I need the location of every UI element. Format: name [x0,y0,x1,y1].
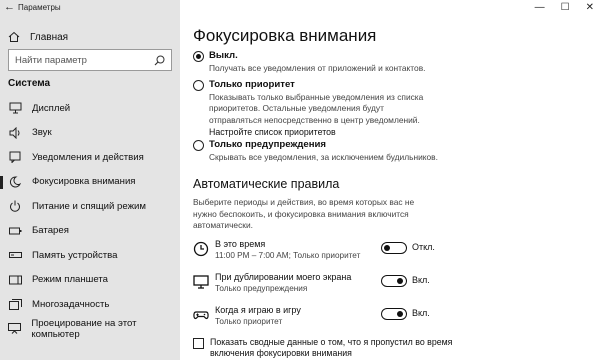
home-link[interactable]: Главная [0,28,180,46]
rule-name: Когда я играю в игру [215,305,301,315]
tablet-icon [8,273,22,287]
battery-icon [8,224,22,238]
sidebar-item-display[interactable]: Дисплей [0,96,180,121]
display-icon [8,101,22,115]
sidebar-item-notifications[interactable]: Уведомления и действия [0,145,180,170]
toggle-switch[interactable] [381,275,407,287]
checkbox-label: Показать сводные данные о том, что я про… [210,337,453,358]
section-title: Система [8,78,51,89]
back-arrow-icon[interactable]: ← [4,2,18,13]
notifications-icon [8,150,22,164]
toggle-switch[interactable] [381,242,407,254]
radio-label: Выкл. [209,50,238,61]
sound-icon [8,126,22,140]
sidebar-item-label: Уведомления и действия [32,151,144,163]
radio-description: Получать все уведомления от приложений и… [209,63,426,73]
checkbox-icon [193,338,204,349]
radio-circle-icon [193,51,204,62]
sidebar-item-label: Память устройства [32,249,118,261]
sidebar-item-focus-assist[interactable]: Фокусировка внимания [0,170,180,195]
rule-duplicating-display[interactable]: При дублировании моего экрана Только пре… [193,272,593,302]
gamepad-icon [193,307,209,323]
sidebar-item-battery[interactable]: Батарея [0,219,180,244]
title-bar: ← Параметры [0,0,180,14]
sidebar-item-tablet-mode[interactable]: Режим планшета [0,268,180,293]
radio-priority-only[interactable]: Только приоритет Показывать только выбра… [193,79,437,137]
close-icon[interactable]: ✕ [586,2,594,13]
search-icon [154,55,165,65]
monitor-icon [193,274,209,290]
storage-icon [8,248,22,262]
radio-circle-icon [193,140,204,151]
focus-assist-icon [8,175,22,189]
radio-description: Показывать только выбранные уведомления … [209,92,424,125]
sidebar-item-label: Батарея [32,225,69,237]
radio-label: Только приоритет [209,79,295,90]
sidebar-item-sound[interactable]: Звук [0,121,180,146]
sidebar-item-label: Фокусировка внимания [32,176,136,188]
rule-name: В это время [215,239,266,249]
main-content: — ☐ ✕ Фокусировка внимания Выкл. Получат… [180,0,600,360]
sidebar-item-multitasking[interactable]: Многозадачность [0,292,180,317]
toggle-state: Вкл. [412,275,430,285]
sidebar-item-storage[interactable]: Память устройства [0,243,180,268]
sidebar-item-power[interactable]: Питание и спящий режим [0,194,180,219]
sidebar-item-label: Проецирование на этот компьютер [31,317,137,340]
sidebar-item-label: Питание и спящий режим [32,200,146,212]
window-title: Параметры [18,2,61,12]
summary-checkbox[interactable]: Показать сводные данные о том, что я про… [193,337,470,359]
rule-during-time[interactable]: В это время 11:00 PM – 7:00 AM; Только п… [193,239,593,269]
search-placeholder: Найти параметр [15,54,87,66]
radio-label: Только предупреждения [209,139,326,150]
sidebar-item-label: Дисплей [32,102,71,114]
radio-alarms-only[interactable]: Только предупреждения Скрывать все уведо… [193,139,469,163]
rules-title: Автоматические правила [193,177,340,191]
toggle-switch[interactable] [381,308,407,320]
rule-playing-game[interactable]: Когда я играю в игру Только приоритет Вк… [193,305,593,335]
sidebar-nav: Дисплей Звук Уведомления и действия Фоку… [0,96,180,341]
rule-subtitle: Только приоритет [215,317,283,326]
sidebar: ← Параметры Главная Найти параметр Систе… [0,0,180,360]
sidebar-item-label: Режим планшета [32,274,109,286]
rule-subtitle: 11:00 PM – 7:00 AM; Только приоритет [215,251,361,260]
multitasking-icon [8,297,22,311]
rule-name: При дублировании моего экрана [215,272,352,282]
maximize-icon[interactable]: ☐ [561,2,570,13]
window-controls: — ☐ ✕ [535,2,594,13]
sidebar-item-label: Звук [32,127,52,139]
sidebar-item-projecting[interactable]: Проецирование на этот компьютер [0,317,180,342]
radio-circle-icon [193,80,204,91]
radio-description: Скрывать все уведомления, за исключением… [209,152,438,162]
toggle-state: Откл. [412,242,435,252]
home-icon [8,31,20,42]
clock-icon [193,241,209,257]
radio-off[interactable]: Выкл. Получать все уведомления от прилож… [193,50,449,74]
rules-description: Выберите периоды и действия, во время ко… [193,197,415,230]
toggle-state: Вкл. [412,308,430,318]
home-label: Главная [30,31,69,43]
priority-list-link[interactable]: Настройте список приоритетов [209,127,437,137]
minimize-icon[interactable]: — [535,2,545,13]
search-input[interactable]: Найти параметр [8,49,172,71]
projecting-icon [8,322,22,336]
power-icon [8,199,22,213]
sidebar-item-label: Многозадачность [32,298,110,310]
rule-subtitle: Только предупреждения [215,284,308,293]
page-title: Фокусировка внимания [193,26,377,45]
